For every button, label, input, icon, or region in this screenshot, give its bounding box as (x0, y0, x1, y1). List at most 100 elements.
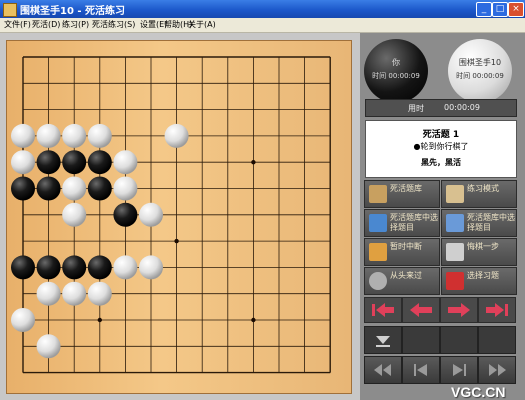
black-stone (62, 255, 87, 280)
restart-icon (369, 272, 387, 290)
maximize-button[interactable]: □ (492, 2, 508, 17)
folder-icon (446, 272, 464, 290)
white-stone (36, 281, 61, 306)
hand-icon (446, 243, 464, 261)
black-stone (87, 150, 112, 175)
move-navigation (364, 297, 516, 323)
minimize-button[interactable]: _ (476, 2, 492, 17)
menu-bar: 文件(F) 死活(D) 练习(P) 死活练习(S) 设置(E) 帮助(H) 关于… (0, 18, 525, 33)
last-arrow-icon (486, 303, 508, 317)
black-stone (36, 255, 61, 280)
pause-icon (369, 243, 387, 261)
button-label: 死活题库中选择题目 (390, 213, 438, 232)
button-label: 选择习题 (467, 271, 499, 280)
restart-button[interactable]: 从头来过 (364, 267, 440, 295)
black-stone (36, 176, 61, 201)
close-button[interactable]: × (508, 2, 524, 17)
white-stone (11, 308, 35, 332)
star-point (251, 317, 256, 323)
white-stone (87, 281, 112, 306)
left-arrow-icon (410, 303, 432, 317)
black-stone (11, 176, 35, 201)
problem-task: 黑先，黑活 (421, 158, 461, 167)
playback-controls (364, 356, 516, 384)
elapsed-time-value: 00:00:09 (444, 103, 480, 112)
black-stone (87, 255, 112, 280)
problem-info-box: 死活题 1 ●轮到你行棋了 黑先，黑活 (365, 120, 517, 178)
rewind-button[interactable] (364, 356, 402, 384)
elapsed-time-label: 用时 (408, 104, 424, 113)
pause-button[interactable]: 暂时中断 (364, 238, 440, 266)
white-player-name: 围棋圣手10 (458, 58, 502, 67)
window-title: 围棋圣手10 - 死活练习 (20, 6, 126, 17)
menu-about[interactable]: 关于(A) (188, 19, 216, 30)
white-stone (62, 202, 87, 227)
white-stone (139, 255, 163, 280)
white-player-time: 时间 00:00:09 (456, 72, 504, 80)
white-stone (62, 281, 87, 306)
problem-title: 死活题 1 (422, 130, 460, 140)
down-triangle-icon (376, 336, 390, 347)
dialog-icon (446, 214, 464, 232)
white-stone (113, 255, 138, 280)
star-point (174, 238, 179, 244)
black-player-stone: 你 时间 00:00:09 (364, 39, 428, 103)
menu-deadlive[interactable]: 死活(D) (32, 19, 60, 30)
white-stone (11, 150, 35, 175)
step-back-button[interactable] (402, 356, 440, 384)
step-back-icon (414, 364, 427, 376)
black-stone (87, 176, 112, 201)
first-arrow-icon (372, 303, 394, 317)
button-label: 死活题库 (390, 184, 422, 193)
white-stone (164, 123, 189, 148)
menu-problems[interactable]: 死活练习(S) (92, 19, 135, 30)
black-stone (62, 150, 87, 175)
first-move-button[interactable] (364, 297, 402, 323)
monitor-icon (369, 214, 387, 232)
select-problem-dialog-button[interactable]: 死活题库中选择题目 (441, 209, 517, 237)
secondary-controls (364, 326, 516, 354)
last-move-button[interactable] (478, 297, 516, 323)
turn-status: ●轮到你行棋了 (413, 142, 469, 151)
board-grid[interactable] (7, 41, 351, 393)
white-stone (62, 176, 87, 201)
go-board[interactable] (6, 40, 352, 394)
book-icon (369, 185, 387, 203)
white-player-stone: 围棋圣手10 时间 00:00:09 (448, 39, 512, 103)
white-stone (36, 334, 61, 359)
right-arrow-icon (448, 303, 470, 317)
button-label: 死活题库中选择题目 (467, 213, 515, 232)
elapsed-time-bar: 用时 00:00:09 (365, 99, 517, 117)
blank-slot (402, 326, 440, 354)
white-stone (113, 176, 138, 201)
board-icon (446, 185, 464, 203)
prev-move-button[interactable] (402, 297, 440, 323)
blank-slot (478, 326, 516, 354)
menu-file[interactable]: 文件(F) (4, 19, 31, 30)
choose-exercise-button[interactable]: 选择习题 (441, 267, 517, 295)
button-label: 悔棋一步 (467, 242, 499, 251)
step-forward-button[interactable] (440, 356, 478, 384)
fast-forward-icon (489, 364, 506, 376)
expand-button[interactable] (364, 326, 402, 354)
select-problem-button[interactable]: 死活题库中选择题目 (364, 209, 440, 237)
menu-practice[interactable]: 练习(P) (62, 19, 89, 30)
black-stone (36, 150, 61, 175)
undo-button[interactable]: 悔棋一步 (441, 238, 517, 266)
button-label: 从头来过 (390, 271, 422, 280)
white-stone (139, 202, 163, 227)
rewind-icon (374, 364, 391, 376)
title-bar: 围棋圣手10 - 死活练习 _ □ × (0, 0, 525, 18)
white-stone (62, 123, 87, 148)
white-stone (36, 123, 61, 148)
watermark: VGC.CN (451, 384, 506, 400)
star-point (251, 160, 256, 165)
problem-library-button[interactable]: 死活题库 (364, 180, 440, 208)
app-icon (3, 3, 17, 17)
black-player-time: 时间 00:00:09 (372, 72, 420, 80)
fast-forward-button[interactable] (478, 356, 516, 384)
step-forward-icon (453, 364, 466, 376)
white-stone (87, 123, 112, 148)
next-move-button[interactable] (440, 297, 478, 323)
practice-mode-button[interactable]: 练习模式 (441, 180, 517, 208)
